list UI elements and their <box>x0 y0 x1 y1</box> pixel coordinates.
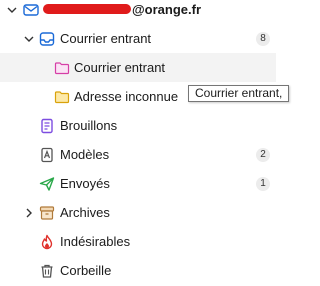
folder-junk[interactable]: Indésirables <box>0 227 276 256</box>
folder-drafts[interactable]: Brouillons <box>0 111 276 140</box>
folder-label: Adresse inconnue <box>74 88 179 104</box>
folder-trash[interactable]: Corbeille <box>0 256 276 285</box>
count-badge: 1 <box>256 176 270 191</box>
trash-icon <box>39 263 55 279</box>
account-name: @orange.fr <box>43 2 201 18</box>
unread-count-badge: 8 <box>256 31 270 46</box>
tooltip: Courrier entrant, <box>188 85 290 102</box>
send-icon <box>39 176 55 192</box>
chevron-right-icon[interactable] <box>23 207 35 219</box>
folder-label: Courrier entrant <box>74 59 166 75</box>
folder-label: Envoyés <box>60 175 110 191</box>
inbox-icon <box>39 31 55 47</box>
templates-icon <box>39 147 55 163</box>
redacted-username <box>43 4 131 15</box>
folder-label: Corbeille <box>60 262 112 278</box>
folder-icon <box>54 60 70 76</box>
count-badge: 2 <box>256 147 270 162</box>
subfolder-courrier-entrant[interactable]: Courrier entrant <box>0 53 276 82</box>
folder-pane: @orange.fr Courrier entrant 8 Courrier e… <box>0 0 290 286</box>
account-mail-icon <box>23 2 39 18</box>
account-email-suffix: @orange.fr <box>132 1 202 17</box>
folder-label: Archives <box>60 204 110 220</box>
folder-icon <box>54 89 70 105</box>
folder-label: Indésirables <box>60 233 131 249</box>
account-row[interactable]: @orange.fr <box>0 0 276 24</box>
chevron-down-icon[interactable] <box>23 33 35 45</box>
archive-icon <box>39 205 55 221</box>
folder-archives[interactable]: Archives <box>0 198 276 227</box>
chevron-down-icon[interactable] <box>6 4 18 16</box>
folder-label: Brouillons <box>60 117 118 133</box>
drafts-icon <box>39 118 55 134</box>
folder-label: Courrier entrant <box>60 30 152 46</box>
folder-label: Modèles <box>60 146 110 162</box>
folder-templates[interactable]: Modèles 2 <box>0 140 276 169</box>
flame-icon <box>39 234 55 250</box>
folder-inbox[interactable]: Courrier entrant 8 <box>0 24 276 53</box>
folder-sent[interactable]: Envoyés 1 <box>0 169 276 198</box>
